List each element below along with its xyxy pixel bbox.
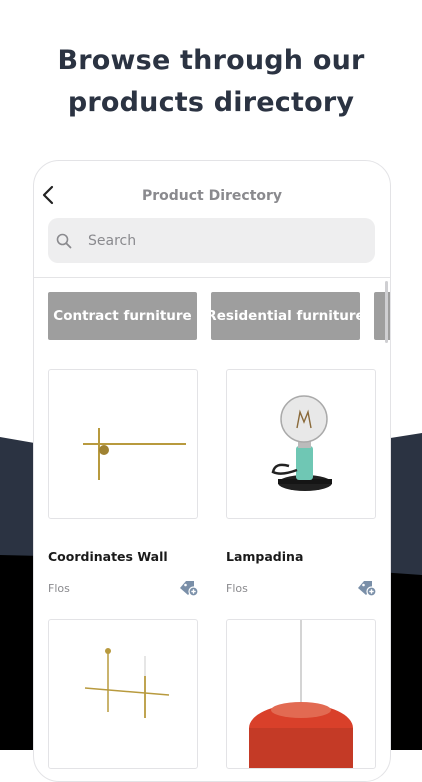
product-name: Coordinates Wall <box>48 549 168 564</box>
divider <box>34 277 390 278</box>
add-tag-icon[interactable] <box>357 579 377 597</box>
product-card-lampadina[interactable]: Lampadina Flos <box>226 369 378 601</box>
pendant-lamp-image <box>84 648 170 718</box>
add-tag-icon[interactable] <box>179 579 199 597</box>
product-name: Lampadina <box>226 549 304 564</box>
wall-lamp-image <box>83 428 186 480</box>
red-pendant-image <box>249 620 353 768</box>
nav-bar: Product Directory <box>34 161 390 221</box>
search-input[interactable]: Search <box>48 218 375 263</box>
category-chips: Contract furniture Residential furniture <box>34 292 390 340</box>
search-placeholder: Search <box>88 233 137 249</box>
product-card-pendant-red[interactable] <box>226 619 378 779</box>
horizontal-scrollbar[interactable] <box>385 281 388 343</box>
phone-screen: Product Directory Search Contract furnit… <box>33 160 391 782</box>
category-chip-partial[interactable] <box>374 292 390 340</box>
product-card-pendant-brass[interactable] <box>48 619 200 779</box>
search-icon <box>56 233 72 249</box>
product-image <box>48 619 198 769</box>
category-chip-residential[interactable]: Residential furniture <box>206 292 365 340</box>
headline-line-2: products directory <box>67 87 355 118</box>
product-image <box>226 369 376 519</box>
category-chip-contract[interactable]: Contract furniture <box>48 292 197 340</box>
product-brand: Flos <box>48 582 70 595</box>
promo-headline: Browse through our products directory <box>0 40 422 124</box>
product-card-coordinates-wall[interactable]: Coordinates Wall Flos <box>48 369 200 601</box>
product-image <box>226 619 376 769</box>
product-image <box>48 369 198 519</box>
headline-line-1: Browse through our <box>57 45 365 76</box>
table-lamp-image <box>271 395 332 491</box>
page-title: Product Directory <box>141 188 283 204</box>
product-brand: Flos <box>226 582 248 595</box>
